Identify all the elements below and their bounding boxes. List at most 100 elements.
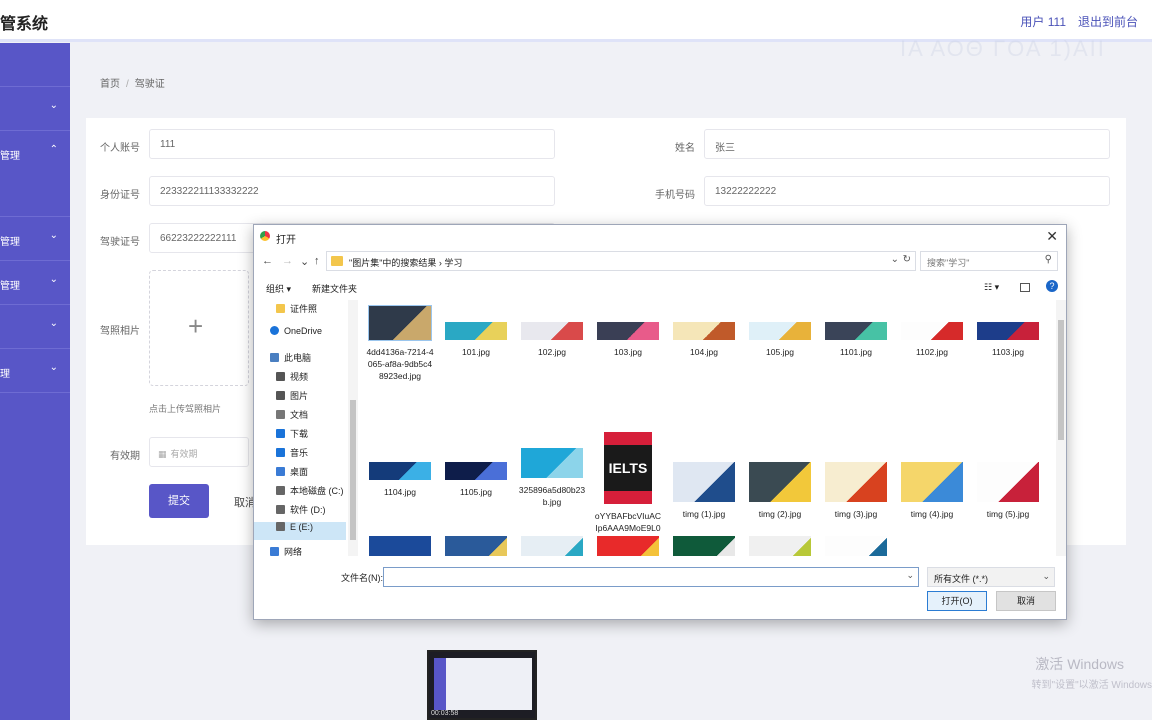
file-item[interactable]: 105.jpg	[746, 322, 814, 358]
file-item[interactable]	[594, 536, 662, 556]
desktop-icon	[276, 467, 285, 476]
nav-item-downloads[interactable]: 下载	[276, 427, 308, 445]
history-dropdown-icon[interactable]: ⌄	[300, 255, 309, 268]
file-item[interactable]: 325896a5d80b23b.jpg	[518, 448, 586, 508]
nav-item-desktop[interactable]: 桌面	[276, 465, 308, 483]
file-item[interactable]: IELTSoYYBAFbcVIuACIp6AAA9MoE9L0Y499_b.jp…	[594, 432, 662, 546]
scrollbar-thumb[interactable]	[350, 400, 356, 540]
sidebar-item-4[interactable]: 管理 ⌄	[0, 217, 70, 261]
filename-input[interactable]: ⌄	[383, 567, 919, 587]
sidebar-item-1[interactable]	[0, 43, 70, 87]
nav-item-pictures[interactable]: 图片	[276, 389, 308, 407]
chevron-down-icon[interactable]: ⌄	[906, 570, 914, 581]
file-item[interactable]: timg (2).jpg	[746, 462, 814, 520]
account-input[interactable]: 111	[149, 129, 555, 159]
nav-item-drive-d[interactable]: 软件 (D:)	[276, 503, 326, 521]
dialog-search-input[interactable]: 搜索"学习" ⚲	[920, 251, 1058, 271]
sidebar-item-5[interactable]: 管理 ⌄	[0, 261, 70, 305]
file-item[interactable]	[746, 536, 814, 556]
file-item[interactable]: 4dd4136a-7214-4065-af8a-9db5c48923ed.jpg	[366, 305, 434, 382]
file-thumbnail	[749, 462, 811, 502]
preview-pane-icon[interactable]	[1020, 283, 1030, 292]
close-icon[interactable]: ✕	[1046, 228, 1058, 245]
nav-item-onedrive[interactable]: OneDrive	[270, 326, 322, 344]
file-item[interactable]: timg (3).jpg	[822, 462, 890, 520]
filetype-select[interactable]: 所有文件 (*.*) ⌄	[927, 567, 1055, 587]
file-item[interactable]	[822, 536, 890, 556]
sidebar-item-label: 理	[0, 369, 10, 380]
sidebar-item-label: 管理	[0, 237, 20, 248]
expiry-date-input[interactable]: ▦ 有效期	[149, 437, 249, 467]
file-name: 1103.jpg	[992, 347, 1024, 357]
app-title: 管系统	[0, 16, 49, 33]
organize-button[interactable]: 组织 ▾	[266, 282, 291, 295]
open-button[interactable]: 打开(O)	[927, 591, 987, 611]
filename-row: 文件名(N): ⌄ 所有文件 (*.*) ⌄	[254, 565, 1066, 587]
file-item[interactable]	[366, 536, 434, 556]
nav-item-network[interactable]: 网络	[270, 545, 302, 556]
refresh-icon[interactable]: ↻	[903, 254, 911, 265]
file-item[interactable]: 104.jpg	[670, 322, 738, 358]
sidebar-item-2[interactable]: ⌄	[0, 87, 70, 131]
nav-item-drive-e[interactable]: E (E:)	[254, 522, 346, 540]
file-name: 104.jpg	[690, 347, 718, 357]
dialog-toolbar: 组织 ▾ 新建文件夹 ☷ ▾ ?	[254, 277, 1066, 299]
breadcrumb-home[interactable]: 首页	[100, 79, 120, 90]
back-icon[interactable]: ←	[262, 255, 273, 267]
chevron-down-icon: ⌄	[49, 362, 58, 373]
photo-label: 驾照相片	[100, 326, 140, 337]
view-options-button[interactable]: ☷ ▾	[984, 282, 999, 293]
video-watermark: ΙΑ ΑΟΘ ΓΟΑ 1)ΑΙΙ	[900, 36, 1106, 61]
nav-item-drive-c[interactable]: 本地磁盘 (C:)	[276, 484, 344, 502]
file-item[interactable]: 103.jpg	[594, 322, 662, 358]
nav-pane-scrollbar[interactable]	[348, 300, 358, 556]
file-item[interactable]: timg (5).jpg	[974, 462, 1042, 520]
file-name: timg (3).jpg	[834, 509, 878, 519]
file-thumbnail: IELTS	[604, 432, 652, 504]
file-item[interactable]	[670, 536, 738, 556]
chevron-down-icon[interactable]: ⌄	[891, 254, 899, 265]
file-item[interactable]: 1103.jpg	[974, 322, 1042, 358]
music-icon	[276, 448, 285, 457]
forward-icon[interactable]: →	[282, 255, 293, 267]
nav-item-zhengjianzhao[interactable]: 证件照	[276, 302, 317, 320]
dialog-cancel-button[interactable]: 取消	[996, 591, 1056, 611]
file-item[interactable]	[442, 536, 510, 556]
phone-input[interactable]: 13222222222	[704, 176, 1110, 206]
search-placeholder: 搜索"学习"	[927, 258, 970, 268]
up-folder-icon[interactable]: ↑	[314, 255, 320, 267]
nav-item-this-pc[interactable]: 此电脑	[270, 351, 311, 369]
file-item[interactable]: 1105.jpg	[442, 462, 510, 498]
file-item[interactable]	[518, 536, 586, 556]
file-item[interactable]: timg (1).jpg	[670, 462, 738, 520]
sidebar-item-6[interactable]: ⌄	[0, 305, 70, 349]
address-bar[interactable]: "图片集"中的搜索结果 › 学习 ⌄ ↻	[326, 251, 916, 271]
file-thumbnail	[901, 322, 963, 340]
file-list-scrollbar[interactable]	[1056, 300, 1066, 556]
help-icon[interactable]: ?	[1046, 280, 1058, 292]
scrollbar-thumb[interactable]	[1058, 320, 1064, 440]
nav-item-documents[interactable]: 文档	[276, 408, 308, 426]
nav-item-videos[interactable]: 视频	[276, 370, 308, 388]
file-item[interactable]: 102.jpg	[518, 322, 586, 358]
file-name: 325896a5d80b23b.jpg	[518, 485, 586, 507]
photo-upload[interactable]: +	[149, 270, 249, 386]
file-item[interactable]: 1102.jpg	[898, 322, 966, 358]
idcard-input[interactable]: 223322211133332222	[149, 176, 555, 206]
sidebar-item-3[interactable]: 管理 ⌃	[0, 131, 70, 217]
file-item[interactable]: 1101.jpg	[822, 322, 890, 358]
chevron-down-icon: ⌄	[49, 230, 58, 241]
new-folder-button[interactable]: 新建文件夹	[312, 282, 357, 295]
user-link[interactable]: 用户 111	[1020, 13, 1066, 30]
logout-link[interactable]: 退出到前台	[1078, 13, 1138, 30]
thumbnail-sidebar	[434, 658, 446, 710]
sidebar-item-7[interactable]: 理 ⌄	[0, 349, 70, 393]
breadcrumb-current: 驾驶证	[134, 79, 165, 90]
file-item[interactable]: 1104.jpg	[366, 462, 434, 498]
name-input[interactable]: 张三	[704, 129, 1110, 159]
file-thumbnail	[369, 462, 431, 480]
file-item[interactable]: 101.jpg	[442, 322, 510, 358]
nav-item-music[interactable]: 音乐	[276, 446, 308, 464]
file-item[interactable]: timg (4).jpg	[898, 462, 966, 520]
submit-button[interactable]: 提交	[149, 484, 209, 518]
